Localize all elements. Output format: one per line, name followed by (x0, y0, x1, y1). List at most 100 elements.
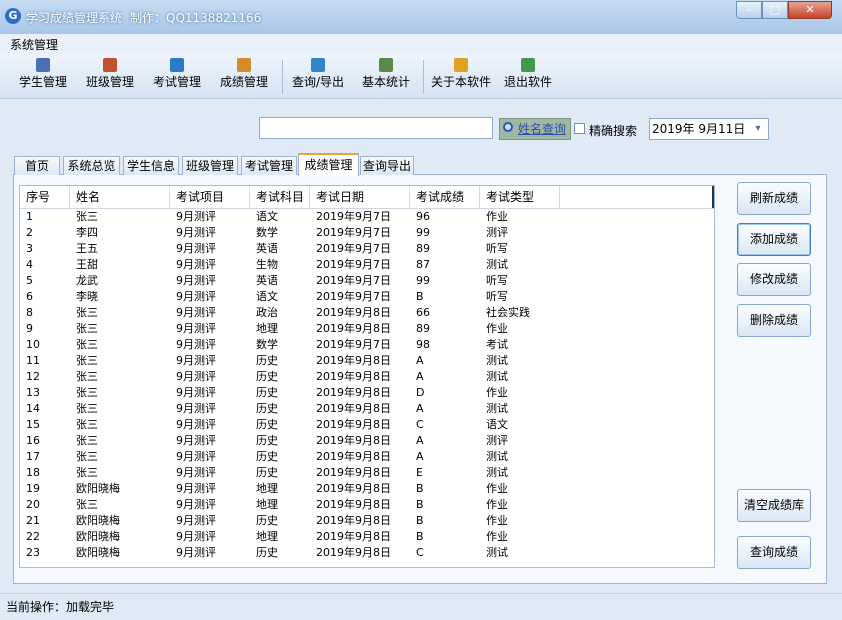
add-score-button[interactable]: 添加成绩 (737, 223, 811, 256)
table-cell: 2019年9月8日 (316, 482, 391, 495)
table-cell: 9月测评 (176, 370, 216, 383)
table-row[interactable]: 14 张三 9月测评 历史 2019年9月8日 A 测试 (20, 401, 714, 417)
table-row[interactable]: 11 张三 9月测评 历史 2019年9月8日 A 测试 (20, 353, 714, 369)
table-cell: 作业 (486, 514, 508, 527)
table-cell: 87 (416, 258, 430, 271)
table-row[interactable]: 16 张三 9月测评 历史 2019年9月8日 A 测评 (20, 433, 714, 449)
clear-score-db-button[interactable]: 清空成绩库 (737, 489, 811, 522)
menu-system-management[interactable]: 系统管理 (10, 36, 58, 53)
table-header: 序号 姓名 考试项目 考试科目 考试日期 考试成绩 考试类型 (20, 186, 714, 209)
tab-query-export[interactable]: 查询导出 (360, 156, 414, 175)
table-row[interactable]: 21 欧阳晓梅 9月测评 历史 2019年9月8日 B 作业 (20, 513, 714, 529)
table-cell: 2019年9月8日 (316, 434, 391, 447)
exact-search-checkbox[interactable] (574, 123, 585, 134)
name-search-input[interactable] (259, 117, 493, 139)
table-row[interactable]: 15 张三 9月测评 历史 2019年9月8日 C 语文 (20, 417, 714, 433)
table-cell: A (416, 450, 424, 463)
minimize-button[interactable]: – (736, 1, 762, 19)
tab-score-management[interactable]: 成绩管理 (298, 153, 359, 176)
table-row[interactable]: 23 欧阳晓梅 9月测评 历史 2019年9月8日 C 测试 (20, 545, 714, 561)
table-cell: 19 (26, 482, 40, 495)
tab-student-info[interactable]: 学生信息 (123, 156, 179, 175)
table-cell: 测评 (486, 434, 508, 447)
table-row[interactable]: 22 欧阳晓梅 9月测评 地理 2019年9月8日 B 作业 (20, 529, 714, 545)
table-cell: 2019年9月8日 (316, 354, 391, 367)
table-cell: 18 (26, 466, 40, 479)
refresh-scores-button[interactable]: 刷新成绩 (737, 182, 811, 215)
table-cell: 9月测评 (176, 354, 216, 367)
chevron-down-icon[interactable]: ▾ (750, 121, 766, 137)
column-header-exam-item[interactable]: 考试项目 (170, 186, 250, 208)
exit-icon (521, 58, 535, 72)
table-row[interactable]: 19 欧阳晓梅 9月测评 地理 2019年9月8日 B 作业 (20, 481, 714, 497)
toolbar-score-management[interactable]: 成绩管理 (220, 58, 268, 90)
table-cell: 张三 (76, 450, 98, 463)
toolbar-query-export[interactable]: 查询/导出 (292, 58, 344, 90)
table-cell: 9月测评 (176, 546, 216, 559)
delete-score-button[interactable]: 删除成绩 (737, 304, 811, 337)
table-row[interactable]: 8 张三 9月测评 政治 2019年9月8日 66 社会实践 (20, 305, 714, 321)
toolbar-exam-management[interactable]: 考试管理 (153, 58, 201, 90)
table-cell: 2019年9月8日 (316, 370, 391, 383)
table-cell: 地理 (256, 322, 278, 335)
table-cell: 17 (26, 450, 40, 463)
table-cell: 测试 (486, 450, 508, 463)
table-cell: 测试 (486, 402, 508, 415)
table-cell: 张三 (76, 354, 98, 367)
edit-score-button[interactable]: 修改成绩 (737, 263, 811, 296)
tab-overview[interactable]: 系统总览 (63, 156, 120, 175)
score-table[interactable]: 序号 姓名 考试项目 考试科目 考试日期 考试成绩 考试类型 1 张三 9月测评 语文 2019年9… (19, 185, 715, 568)
table-cell: 9月测评 (176, 498, 216, 511)
table-row[interactable]: 4 王甜 9月测评 生物 2019年9月7日 87 测试 (20, 257, 714, 273)
tab-home[interactable]: 首页 (14, 156, 60, 175)
toolbar-basic-stats[interactable]: 基本统计 (362, 58, 410, 90)
toolbar-class-management[interactable]: 班级管理 (86, 58, 134, 90)
author-info: 制作：QQ1138821166 (130, 11, 262, 25)
query-scores-button[interactable]: 查询成绩 (737, 536, 811, 569)
table-cell: 9月测评 (176, 338, 216, 351)
column-header-date[interactable]: 考试日期 (310, 186, 410, 208)
table-row[interactable]: 13 张三 9月测评 历史 2019年9月8日 D 作业 (20, 385, 714, 401)
toolbar-about[interactable]: 关于本软件 (431, 58, 491, 90)
table-cell: 12 (26, 370, 40, 383)
app-logo-icon: G (5, 8, 21, 24)
toolbar-student-management[interactable]: 学生管理 (19, 58, 67, 90)
table-row[interactable]: 1 张三 9月测评 语文 2019年9月7日 96 作业 (20, 209, 714, 225)
table-row[interactable]: 17 张三 9月测评 历史 2019年9月8日 A 测试 (20, 449, 714, 465)
column-header-score[interactable]: 考试成绩 (410, 186, 480, 208)
table-cell: 李晓 (76, 290, 98, 303)
table-row[interactable]: 9 张三 9月测评 地理 2019年9月8日 89 作业 (20, 321, 714, 337)
tab-exam-management[interactable]: 考试管理 (241, 156, 297, 175)
maximize-button[interactable]: □ (762, 1, 788, 19)
column-header-index[interactable]: 序号 (20, 186, 70, 208)
table-row[interactable]: 3 王五 9月测评 英语 2019年9月7日 89 听写 (20, 241, 714, 257)
toolbar-exit[interactable]: 退出软件 (504, 58, 552, 90)
table-row[interactable]: 18 张三 9月测评 历史 2019年9月8日 E 测试 (20, 465, 714, 481)
table-row[interactable]: 6 李晓 9月测评 语文 2019年9月7日 B 听写 (20, 289, 714, 305)
column-header-name[interactable]: 姓名 (70, 186, 170, 208)
table-cell: 2019年9月7日 (316, 242, 391, 255)
table-cell: 2019年9月8日 (316, 386, 391, 399)
table-row[interactable]: 10 张三 9月测评 数学 2019年9月7日 98 考试 (20, 337, 714, 353)
table-cell: 数学 (256, 226, 278, 239)
table-cell: 张三 (76, 210, 98, 223)
name-search-button[interactable]: 姓名查询 (499, 118, 571, 140)
table-cell: 作业 (486, 210, 508, 223)
table-row[interactable]: 5 龙武 9月测评 英语 2019年9月7日 99 听写 (20, 273, 714, 289)
table-cell: A (416, 370, 424, 383)
table-cell: B (416, 514, 424, 527)
toolbar-separator (282, 60, 283, 94)
table-cell: 生物 (256, 258, 278, 271)
close-button[interactable]: ✕ (788, 1, 832, 19)
table-row[interactable]: 2 李四 9月测评 数学 2019年9月7日 99 测评 (20, 225, 714, 241)
tab-class-management[interactable]: 班级管理 (182, 156, 238, 175)
column-header-subject[interactable]: 考试科目 (250, 186, 310, 208)
toolbar-label: 基本统计 (362, 75, 411, 89)
table-cell: 9月测评 (176, 450, 216, 463)
table-row[interactable]: 12 张三 9月测评 历史 2019年9月8日 A 测试 (20, 369, 714, 385)
table-cell: 欧阳晓梅 (76, 530, 120, 543)
date-picker[interactable]: 2019年 9月11日 ▾ (649, 118, 769, 140)
column-header-type[interactable]: 考试类型 (480, 186, 560, 208)
table-row[interactable]: 20 张三 9月测评 地理 2019年9月8日 B 作业 (20, 497, 714, 513)
column-splitter[interactable] (712, 186, 714, 208)
